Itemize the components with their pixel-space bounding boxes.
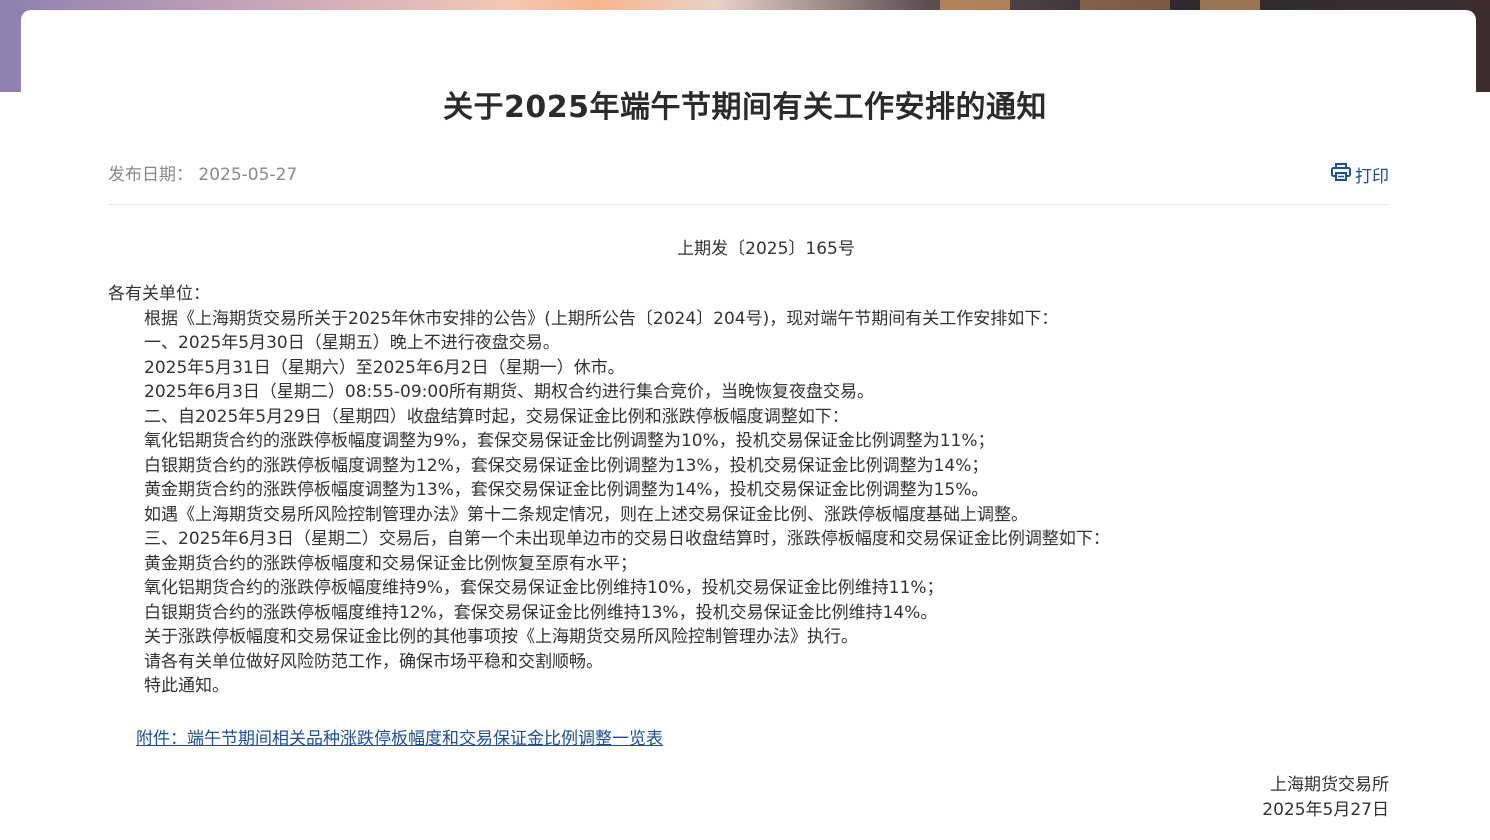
paragraph: 一、2025年5月30日（星期五）晚上不进行夜盘交易。 xyxy=(144,333,560,353)
page-title: 关于2025年端午节期间有关工作安排的通知 xyxy=(443,90,1047,125)
paragraph: 请各有关单位做好风险防范工作，确保市场平稳和交割顺畅。 xyxy=(144,651,603,672)
paragraph: 根据《上海期货交易所关于2025年休市安排的公告》(上期所公告〔2024〕204… xyxy=(144,308,1059,329)
paragraph: 2025年5月31日（星期六）至2025年6月2日（星期一）休市。 xyxy=(144,357,625,378)
paragraph: 白银期货合约的涨跌停板幅度调整为12%，套保交易保证金比例调整为13%，投机交易… xyxy=(144,455,989,476)
paragraph: 关于涨跌停板幅度和交易保证金比例的其他事项按《上海期货交易所风险控制管理办法》执… xyxy=(144,627,858,647)
printer-icon xyxy=(1331,163,1351,186)
notice-body: 各有关单位： 根据《上海期货交易所关于2025年休市安排的公告》(上期所公告〔2… xyxy=(108,282,1398,699)
paragraph: 白银期货合约的涨跌停板幅度维持12%，套保交易保证金比例维持13%，投机交易保证… xyxy=(144,602,938,623)
paragraph: 黄金期货合约的涨跌停板幅度和交易保证金比例恢复至原有水平； xyxy=(144,553,637,574)
paragraph: 如遇《上海期货交易所风险控制管理办法》第十二条规定情况，则在上述交易保证金比例、… xyxy=(144,504,1028,525)
paragraph: 氧化铝期货合约的涨跌停板幅度调整为9%，套保交易保证金比例调整为10%，投机交易… xyxy=(144,431,995,451)
attachment-link[interactable]: 附件：端午节期间相关品种涨跌停板幅度和交易保证金比例调整一览表 xyxy=(136,724,663,749)
salutation: 各有关单位： xyxy=(108,284,210,304)
print-button[interactable]: 打印 xyxy=(1331,162,1389,187)
paragraph: 二、自2025年5月29日（星期四）收盘结算时起，交易保证金比例和涨跌停板幅度调… xyxy=(144,406,849,427)
signature-org: 上海期货交易所 xyxy=(1270,775,1389,795)
paragraph: 黄金期货合约的涨跌停板幅度调整为13%，套保交易保证金比例调整为14%，投机交易… xyxy=(144,480,989,500)
paragraph: 2025年6月3日（星期二）08:55-09:00所有期货、期权合约进行集合竞价… xyxy=(144,382,875,402)
paragraph: 特此通知。 xyxy=(144,676,229,696)
print-label: 打印 xyxy=(1355,167,1389,187)
publish-date-label: 发布日期： xyxy=(108,165,193,185)
signature-date: 2025年5月27日 xyxy=(1262,799,1389,820)
signature: 上海期货交易所 2025年5月27日 xyxy=(1262,773,1389,822)
publish-date: 发布日期： 2025-05-27 xyxy=(108,160,297,185)
document-number: 上期发〔2025〕165号 xyxy=(677,239,855,259)
paragraph: 氧化铝期货合约的涨跌停板幅度维持9%，套保交易保证金比例维持10%，投机交易保证… xyxy=(144,578,944,598)
divider xyxy=(108,204,1389,205)
paragraph: 三、2025年6月3日（星期二）交易后，自第一个未出现单边市的交易日收盘结算时，… xyxy=(144,529,1110,549)
publish-date-value: 2025-05-27 xyxy=(198,165,298,185)
